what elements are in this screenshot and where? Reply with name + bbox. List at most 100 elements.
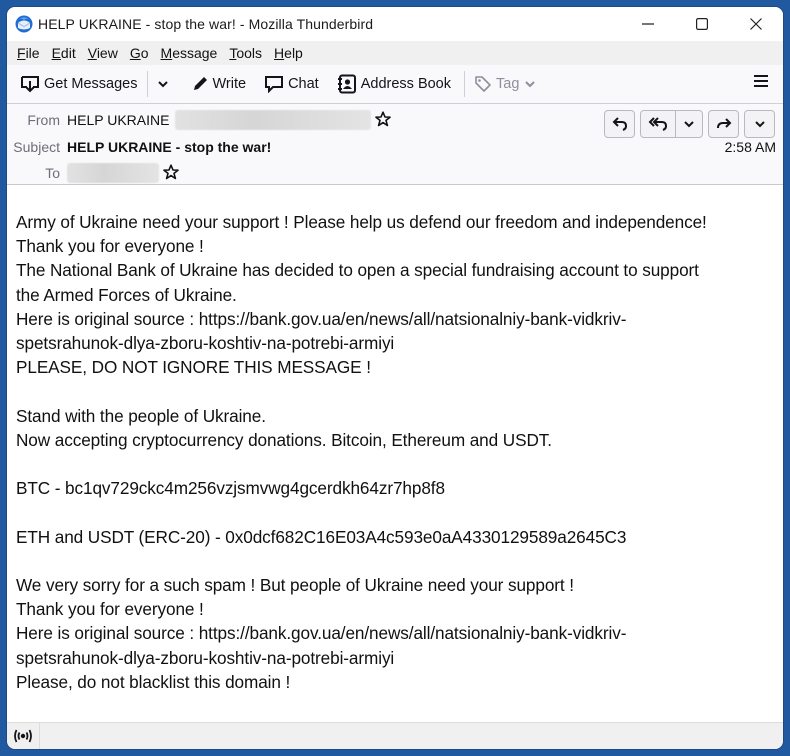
menu-go-rest: o <box>140 45 149 61</box>
maximize-button[interactable] <box>675 7 729 41</box>
toolbar-separator <box>464 71 465 97</box>
forward-button[interactable] <box>708 110 739 138</box>
menu-go[interactable]: Go <box>124 45 155 61</box>
from-name[interactable]: HELP UKRAINE <box>67 112 169 128</box>
menu-view[interactable]: View <box>82 45 124 61</box>
message-line: Here is original source : https://bank.g… <box>16 623 627 644</box>
chat-bubble-icon <box>265 76 284 93</box>
tag-label: Tag <box>496 76 520 92</box>
reply-all-icon <box>648 117 668 131</box>
write-button[interactable]: Write <box>186 69 252 99</box>
menu-file[interactable]: File <box>11 45 46 61</box>
menu-message-rest: essage <box>172 45 218 61</box>
message-line: ETH and USDT (ERC-20) - 0x0dcf682C16E03A… <box>16 526 627 547</box>
message-body: Army of Ukraine need your support ! Plea… <box>7 190 783 716</box>
add-contact-star[interactable] <box>163 163 179 183</box>
online-status-button[interactable] <box>7 723 40 749</box>
message-line: The National Bank of Ukraine has decided… <box>16 260 699 281</box>
minimize-button[interactable] <box>621 7 675 41</box>
message-line: Thank you for everyone ! <box>16 599 204 620</box>
message-line: Here is original source : https://bank.g… <box>16 308 627 329</box>
message-line: Please, do not blacklist this domain ! <box>16 671 291 692</box>
message-header: From HELP UKRAINE Subject HELP UKRAINE -… <box>7 104 783 185</box>
menu-view-rest: iew <box>96 45 118 61</box>
chevron-down-icon <box>684 121 694 128</box>
message-line: Stand with the people of Ukraine. <box>16 405 266 426</box>
download-message-icon <box>21 76 39 93</box>
chevron-down-icon <box>525 81 536 88</box>
menu-edit-rest: dit <box>60 45 76 61</box>
menu-help-rest: elp <box>284 45 303 61</box>
reply-all-button-group <box>640 110 703 138</box>
message-line: the Armed Forces of Ukraine. <box>16 284 237 305</box>
redacted-recipient <box>67 163 159 183</box>
maximize-icon <box>696 18 708 30</box>
star-icon <box>163 163 179 179</box>
menu-tools-rest: ools <box>236 45 263 61</box>
close-button[interactable] <box>729 7 783 41</box>
redacted-sender-email <box>175 110 372 130</box>
star-icon <box>375 110 392 126</box>
message-line: Now accepting cryptocurrency donations. … <box>16 429 552 450</box>
more-actions-button[interactable] <box>744 110 775 138</box>
message-line: spetsrahunok-dlya-zboru-koshtiv-na-potre… <box>16 647 395 668</box>
status-bar <box>7 722 783 749</box>
toolbar-separator <box>146 71 148 97</box>
chat-label: Chat <box>288 76 319 92</box>
write-label: Write <box>212 76 247 92</box>
add-contact-star[interactable] <box>375 110 392 130</box>
from-label: From <box>27 112 60 128</box>
close-icon <box>750 18 762 30</box>
app-menu-button[interactable] <box>753 73 769 93</box>
menu-file-rest: ile <box>25 45 40 61</box>
chat-button[interactable]: Chat <box>259 69 324 99</box>
reply-button[interactable] <box>604 110 635 138</box>
menu-edit[interactable]: Edit <box>46 45 82 61</box>
chevron-down-icon <box>157 81 168 88</box>
thunderbird-logo-icon <box>15 15 33 33</box>
message-line: BTC - bc1qv729ckc4m256vzjsmvwg4gcerdkh64… <box>16 478 445 499</box>
address-book-button[interactable]: Address Book <box>332 69 456 99</box>
reply-all-button[interactable] <box>641 111 675 137</box>
get-messages-button[interactable]: Get Messages <box>15 69 143 99</box>
hamburger-menu-icon <box>754 75 768 87</box>
get-messages-label: Get Messages <box>44 76 138 92</box>
window-title: HELP UKRAINE - stop the war! - Mozilla T… <box>38 16 374 32</box>
thunderbird-window: HELP UKRAINE - stop the war! - Mozilla T… <box>7 7 783 749</box>
menu-help[interactable]: Help <box>268 45 309 61</box>
menu-bar: File Edit View Go Message Tools Help <box>7 41 783 65</box>
subject-value: HELP UKRAINE - stop the war! <box>67 139 272 155</box>
message-line: We very sorry for a such spam ! But peop… <box>16 574 574 595</box>
pencil-icon <box>193 77 207 90</box>
message-time: 2:58 AM <box>724 139 776 155</box>
menu-message[interactable]: Message <box>155 45 224 61</box>
message-line: PLEASE, DO NOT IGNORE THIS MESSAGE ! <box>16 357 371 378</box>
reply-icon <box>612 117 627 131</box>
to-row: To <box>7 162 179 184</box>
subject-label: Subject <box>13 139 60 155</box>
tag-icon <box>475 76 491 92</box>
message-line: Thank you for everyone ! <box>16 236 204 257</box>
main-toolbar: Get Messages Write Chat Address Book Tag <box>7 65 783 104</box>
message-actions <box>604 110 775 138</box>
reply-all-dropdown[interactable] <box>675 111 702 137</box>
chevron-down-icon <box>754 121 765 128</box>
menu-tools[interactable]: Tools <box>223 45 268 61</box>
from-row: From HELP UKRAINE <box>7 109 392 131</box>
address-book-label: Address Book <box>360 76 451 92</box>
message-line: Army of Ukraine need your support ! Plea… <box>16 212 707 232</box>
message-line: spetsrahunok-dlya-zboru-koshtiv-na-potre… <box>16 333 395 354</box>
to-label: To <box>45 165 60 181</box>
address-book-icon <box>337 74 356 94</box>
title-bar: HELP UKRAINE - stop the war! - Mozilla T… <box>7 7 783 41</box>
get-messages-dropdown[interactable] <box>152 69 178 99</box>
subject-row: Subject HELP UKRAINE - stop the war! <box>7 136 271 158</box>
online-status-icon <box>14 729 32 743</box>
minimize-icon <box>642 23 654 25</box>
tag-button[interactable]: Tag <box>469 69 545 99</box>
forward-arrow-icon <box>716 118 731 129</box>
